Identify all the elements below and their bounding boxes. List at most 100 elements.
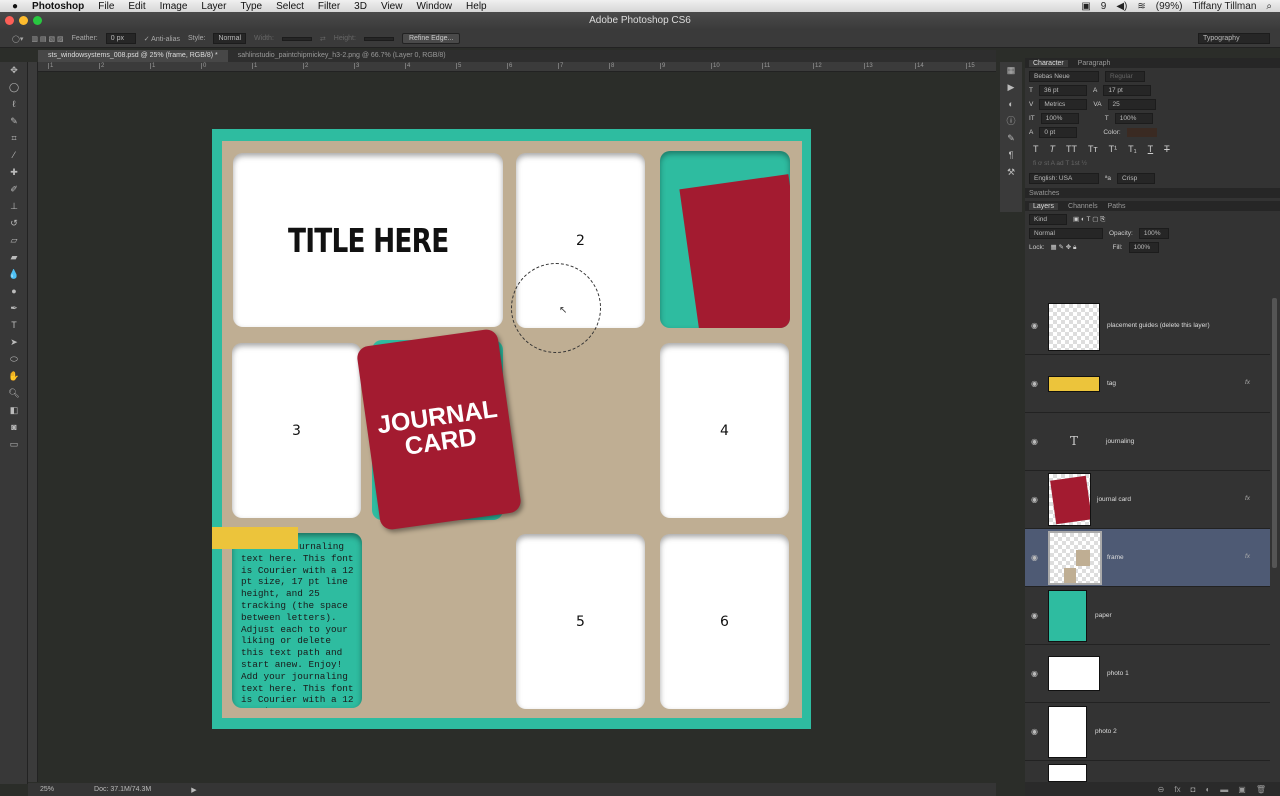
- layer-row-selected[interactable]: ◉ frame fx: [1025, 529, 1270, 587]
- baseline-input[interactable]: 0 pt: [1039, 127, 1078, 138]
- adobe-icon[interactable]: ▣: [1081, 1, 1090, 12]
- eyedropper-tool-icon[interactable]: ⁄: [0, 147, 28, 164]
- antialias-select[interactable]: Crisp: [1117, 173, 1156, 184]
- info-icon[interactable]: ⓘ: [1000, 113, 1022, 130]
- visibility-eye-icon[interactable]: ◉: [1031, 495, 1038, 504]
- visibility-eye-icon[interactable]: ◉: [1031, 669, 1038, 678]
- dodge-tool-icon[interactable]: ●: [0, 283, 28, 300]
- apple-icon[interactable]: ●: [12, 1, 18, 12]
- tab-document-1[interactable]: sts_windowsystems_008.psd @ 25% (frame, …: [38, 50, 228, 62]
- menu-select[interactable]: Select: [276, 1, 304, 12]
- gradient-tool-icon[interactable]: ▰: [0, 249, 28, 266]
- close-button[interactable]: [5, 16, 14, 25]
- menu-edit[interactable]: Edit: [128, 1, 145, 12]
- zoom-level[interactable]: 25%: [40, 786, 54, 793]
- pen-tool-icon[interactable]: ✒: [0, 300, 28, 317]
- fx-icon[interactable]: fx: [1245, 495, 1250, 502]
- layer-row[interactable]: [1025, 761, 1270, 782]
- mask-icon[interactable]: ◘: [1191, 785, 1196, 794]
- play-icon[interactable]: ▶: [1000, 79, 1022, 96]
- quick-select-tool-icon[interactable]: ✎: [0, 113, 28, 130]
- healing-tool-icon[interactable]: ✚: [0, 164, 28, 181]
- layer-row[interactable]: ◉ paper: [1025, 587, 1270, 645]
- blend-mode-select[interactable]: Normal: [1029, 228, 1103, 239]
- lock-icons[interactable]: ▦ ✎ ✥ 🔒︎: [1051, 243, 1077, 252]
- type-tool-icon[interactable]: T: [0, 317, 28, 334]
- leading-input[interactable]: 17 pt: [1103, 85, 1152, 96]
- history-brush-icon[interactable]: ↺: [0, 215, 28, 232]
- opentype-buttons[interactable]: fi ơ st A ad T 1st ½: [1033, 160, 1272, 167]
- paragraph-icon[interactable]: ¶: [1000, 147, 1022, 164]
- menu-layer[interactable]: Layer: [201, 1, 226, 12]
- menu-app[interactable]: Photoshop: [32, 1, 84, 12]
- selection-mode-icons[interactable]: ▥ ▤ ▧ ▨: [31, 35, 63, 43]
- workspace-select[interactable]: Typography: [1198, 33, 1270, 44]
- visibility-eye-icon[interactable]: ◉: [1031, 321, 1038, 330]
- elliptical-marquee-icon[interactable]: ◯▾: [12, 35, 23, 43]
- layer-row[interactable]: ◉ placement guides (delete this layer): [1025, 297, 1270, 355]
- lasso-tool-icon[interactable]: ℓ: [0, 96, 28, 113]
- refine-edge-button[interactable]: Refine Edge...: [401, 33, 461, 44]
- visibility-eye-icon[interactable]: ◉: [1031, 611, 1038, 620]
- underline-button[interactable]: T: [1148, 144, 1154, 154]
- layers-scrollbar[interactable]: [1272, 298, 1277, 568]
- quick-mask-icon[interactable]: ◙: [0, 419, 28, 436]
- layer-row[interactable]: ◉ photo 2: [1025, 703, 1270, 761]
- menu-3d[interactable]: 3D: [354, 1, 367, 12]
- group-icon[interactable]: ▬: [1220, 785, 1228, 794]
- trash-icon[interactable]: 🗑︎: [1256, 785, 1266, 794]
- menu-type[interactable]: Type: [240, 1, 262, 12]
- link-icon[interactable]: ⊖: [1158, 785, 1165, 794]
- menu-window[interactable]: Window: [416, 1, 452, 12]
- battery-status[interactable]: (99%): [1156, 1, 1183, 12]
- font-size-input[interactable]: 36 pt: [1038, 85, 1087, 96]
- faux-italic-button[interactable]: T: [1050, 144, 1056, 154]
- volume-icon[interactable]: ◀): [1116, 1, 1127, 12]
- layer-row[interactable]: ◉ journal card fx: [1025, 471, 1270, 529]
- new-layer-icon[interactable]: ▣: [1238, 785, 1246, 794]
- superscript-button[interactable]: T¹: [1109, 144, 1118, 154]
- visibility-eye-icon[interactable]: ◉: [1031, 553, 1038, 562]
- layer-row[interactable]: ◉ photo 1: [1025, 645, 1270, 703]
- strikethrough-button[interactable]: T: [1164, 144, 1170, 154]
- tools-preset-icon[interactable]: ⚒: [1000, 164, 1022, 181]
- hand-tool-icon[interactable]: ✋: [0, 368, 28, 385]
- menu-file[interactable]: File: [98, 1, 114, 12]
- tab-paths[interactable]: Paths: [1108, 203, 1126, 210]
- notification-badge[interactable]: 9: [1101, 1, 1107, 12]
- fx-icon[interactable]: fx: [1245, 553, 1250, 560]
- stamp-tool-icon[interactable]: ⊥: [0, 198, 28, 215]
- brush-panel-icon[interactable]: ✎: [1000, 130, 1022, 147]
- crop-tool-icon[interactable]: ⌗: [0, 130, 28, 147]
- all-caps-button[interactable]: TT: [1066, 144, 1077, 154]
- adjustment-icon[interactable]: ◐: [1205, 785, 1210, 794]
- marquee-tool-icon[interactable]: ◯: [0, 79, 28, 96]
- visibility-eye-icon[interactable]: ◉: [1031, 727, 1038, 736]
- menu-view[interactable]: View: [381, 1, 403, 12]
- zoom-tool-icon[interactable]: 🔍︎: [0, 385, 28, 402]
- style-select[interactable]: Normal: [213, 33, 247, 44]
- opacity-input[interactable]: 100%: [1138, 228, 1169, 239]
- vertical-scale-input[interactable]: 100%: [1040, 113, 1079, 124]
- eraser-tool-icon[interactable]: ▱: [0, 232, 28, 249]
- layer-filter-select[interactable]: Kind: [1029, 214, 1067, 225]
- layer-row[interactable]: ◉ Tjournaling: [1025, 413, 1270, 471]
- move-tool-icon[interactable]: ✥: [0, 62, 28, 79]
- font-family-select[interactable]: Bebas Neue: [1029, 71, 1099, 82]
- fx-menu-icon[interactable]: fx: [1174, 785, 1180, 794]
- tab-channels[interactable]: Channels: [1068, 203, 1098, 210]
- language-select[interactable]: English: USA: [1029, 173, 1099, 184]
- color-swatch[interactable]: [1126, 128, 1157, 137]
- antialias-checkbox[interactable]: ✓ Anti-alias: [144, 35, 180, 43]
- tracking-input[interactable]: 25: [1107, 99, 1156, 110]
- brush-tool-icon[interactable]: ✐: [0, 181, 28, 198]
- adjust-icon[interactable]: ◐: [1000, 96, 1022, 113]
- filter-icons[interactable]: ▣ ◐ T ▢ ⎘: [1073, 215, 1105, 224]
- tab-paragraph[interactable]: Paragraph: [1078, 60, 1111, 67]
- small-caps-button[interactable]: Tт: [1088, 144, 1098, 154]
- wifi-icon[interactable]: ≋: [1137, 1, 1145, 12]
- menu-image[interactable]: Image: [160, 1, 188, 12]
- menu-filter[interactable]: Filter: [318, 1, 340, 12]
- tab-layers[interactable]: Layers: [1029, 202, 1059, 210]
- minimize-button[interactable]: [19, 16, 28, 25]
